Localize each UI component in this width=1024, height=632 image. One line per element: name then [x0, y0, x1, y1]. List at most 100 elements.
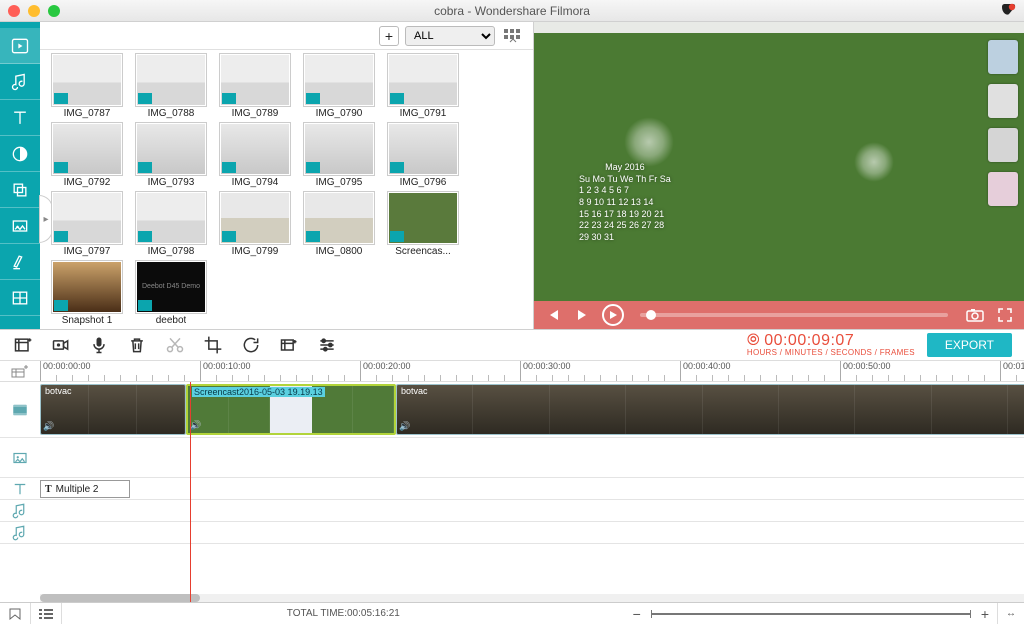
- media-thumbnail[interactable]: Screencas...: [382, 192, 464, 257]
- media-thumbnail[interactable]: IMG_0798: [130, 192, 212, 257]
- thumbnail-label: Snapshot 1: [62, 315, 113, 326]
- marker-view-button[interactable]: [0, 603, 31, 624]
- thumbnail-label: IMG_0794: [232, 177, 279, 188]
- list-view-button[interactable]: [31, 603, 62, 624]
- video-track-icon: [0, 382, 40, 437]
- snapshot-button[interactable]: [964, 304, 986, 326]
- voiceover-button[interactable]: [88, 334, 110, 356]
- export-button[interactable]: EXPORT: [927, 333, 1012, 357]
- sidebar-media[interactable]: [0, 28, 40, 64]
- next-frame-button[interactable]: [572, 304, 594, 326]
- timeline: botvac 🔊 Screencast2016-05-03 19.19.13 🔊…: [0, 382, 1024, 602]
- thumbnail-label: IMG_0793: [148, 177, 195, 188]
- media-thumbnail[interactable]: IMG_0789: [214, 54, 296, 119]
- timeline-ruler[interactable]: 00:00:00:0000:00:10:0000:00:20:0000:00:3…: [40, 361, 1024, 381]
- overlay-track-icon: [0, 438, 40, 477]
- notification-icon[interactable]: [1000, 3, 1016, 19]
- title-clip[interactable]: TMultiple 2: [40, 480, 130, 498]
- import-button[interactable]: +: [379, 26, 399, 46]
- window-zoom-button[interactable]: [48, 5, 60, 17]
- media-thumbnail[interactable]: IMG_0791: [382, 54, 464, 119]
- play-button[interactable]: [602, 304, 624, 326]
- zoom-slider[interactable]: − +: [625, 606, 997, 622]
- video-track[interactable]: botvac 🔊 Screencast2016-05-03 19.19.13 🔊…: [0, 382, 1024, 438]
- media-thumbnail[interactable]: IMG_0792: [46, 123, 128, 188]
- sidebar-text[interactable]: [0, 100, 40, 136]
- total-time-display: TOTAL TIME:00:05:16:21: [287, 608, 400, 619]
- media-thumbnail[interactable]: IMG_0799: [214, 192, 296, 257]
- timeline-toolbar: ⦾00:00:09:07 HOURS / MINUTES / SECONDS /…: [0, 330, 1024, 360]
- prev-frame-button[interactable]: [542, 304, 564, 326]
- text-track[interactable]: TMultiple 2: [0, 478, 1024, 500]
- split-button[interactable]: [164, 334, 186, 356]
- overlay-track[interactable]: [0, 438, 1024, 478]
- music-track-1[interactable]: [0, 500, 1024, 522]
- preview-panel: May 2016 Su Mo Tu We Th Fr Sa 1 2 3 4 5 …: [534, 22, 1024, 329]
- thumbnail-label: IMG_0799: [232, 246, 279, 257]
- audio-icon: 🔊: [399, 421, 410, 432]
- thumbnail-label: IMG_0788: [148, 108, 195, 119]
- media-thumbnail[interactable]: IMG_0787: [46, 54, 128, 119]
- window-minimize-button[interactable]: [28, 5, 40, 17]
- media-thumbnail[interactable]: Snapshot 1: [46, 261, 128, 326]
- fit-zoom-button[interactable]: ↔: [997, 603, 1024, 624]
- add-media-button[interactable]: [12, 334, 34, 356]
- media-thumbnail[interactable]: IMG_0796: [382, 123, 464, 188]
- media-thumbnail[interactable]: Deebot D45 Demodeebot: [130, 261, 212, 326]
- sidebar-split-screen[interactable]: [0, 280, 40, 316]
- music-track-2[interactable]: [0, 522, 1024, 544]
- media-library: + ALL IMG_0787 IMG_0788 IMG_0789 IMG_0790 IM…: [40, 22, 534, 329]
- thumbnail-label: IMG_0792: [64, 177, 111, 188]
- thumbnail-label: IMG_0797: [64, 246, 111, 257]
- crop-button[interactable]: [202, 334, 224, 356]
- add-track-button[interactable]: [0, 361, 40, 381]
- adjust-button[interactable]: [316, 334, 338, 356]
- media-thumbnail[interactable]: IMG_0790: [298, 54, 380, 119]
- thumbnail-label: IMG_0787: [64, 108, 111, 119]
- delete-button[interactable]: [126, 334, 148, 356]
- media-thumbnail[interactable]: IMG_0795: [298, 123, 380, 188]
- timecode-label: HOURS / MINUTES / SECONDS / FRAMES: [747, 349, 915, 357]
- thumbnail-label: IMG_0790: [316, 108, 363, 119]
- audio-icon: 🔊: [43, 421, 54, 432]
- statusbar: TOTAL TIME:00:05:16:21 − + ↔: [0, 602, 1024, 624]
- media-thumbnail[interactable]: IMG_0793: [130, 123, 212, 188]
- timeline-clip[interactable]: botvac 🔊: [40, 384, 186, 435]
- thumbnail-label: IMG_0791: [400, 108, 447, 119]
- timeline-clip-selected[interactable]: Screencast2016-05-03 19.19.13 🔊: [186, 384, 396, 435]
- record-button[interactable]: [50, 334, 72, 356]
- sidebar-elements[interactable]: [0, 208, 40, 244]
- fullscreen-button[interactable]: [994, 304, 1016, 326]
- library-filter-select[interactable]: ALL: [405, 26, 495, 46]
- media-thumbnail[interactable]: IMG_0788: [130, 54, 212, 119]
- sidebar-filters[interactable]: [0, 136, 40, 172]
- playback-controls: [534, 301, 1024, 329]
- sidebar-overlays[interactable]: [0, 172, 40, 208]
- window-close-button[interactable]: [8, 5, 20, 17]
- speed-button[interactable]: [278, 334, 300, 356]
- timecode-display: ⦾00:00:09:07: [747, 333, 915, 349]
- thumbnail-label: Screencas...: [395, 246, 451, 257]
- rotate-button[interactable]: [240, 334, 262, 356]
- window-title: cobra - Wondershare Filmora: [0, 4, 1024, 18]
- thumbnail-label: IMG_0795: [316, 177, 363, 188]
- thumbnail-label: IMG_0789: [232, 108, 279, 119]
- grid-view-icon[interactable]: [501, 26, 525, 46]
- media-thumbnail[interactable]: IMG_0794: [214, 123, 296, 188]
- preview-viewport[interactable]: May 2016 Su Mo Tu We Th Fr Sa 1 2 3 4 5 …: [534, 22, 1024, 301]
- playhead[interactable]: [190, 382, 191, 602]
- window-titlebar: cobra - Wondershare Filmora: [0, 0, 1024, 22]
- music-track-icon: [0, 500, 40, 521]
- thumbnail-label: IMG_0796: [400, 177, 447, 188]
- thumbnail-label: IMG_0800: [316, 246, 363, 257]
- calendar-title: May 2016: [579, 162, 671, 174]
- tool-sidebar: [0, 22, 40, 329]
- timeline-h-scrollbar[interactable]: [40, 594, 1024, 602]
- timeline-clip[interactable]: botvac 🔊: [396, 384, 1024, 435]
- media-thumbnail[interactable]: IMG_0797: [46, 192, 128, 257]
- seek-bar[interactable]: [640, 313, 948, 317]
- sidebar-music[interactable]: [0, 64, 40, 100]
- media-thumbnail[interactable]: IMG_0800: [298, 192, 380, 257]
- library-expander[interactable]: ▸: [39, 195, 53, 243]
- sidebar-highlight[interactable]: [0, 244, 40, 280]
